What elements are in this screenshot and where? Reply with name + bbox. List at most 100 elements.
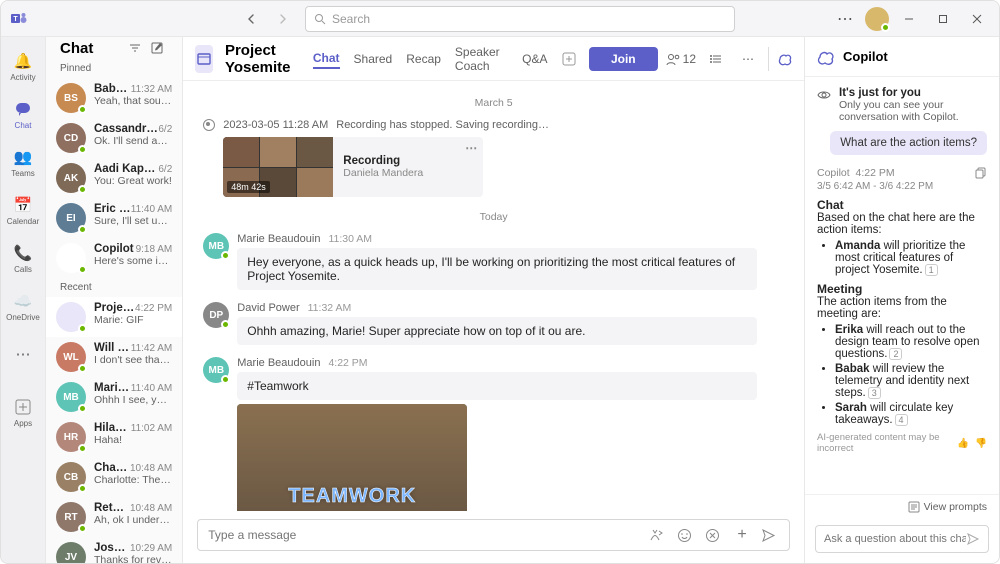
thumbs-up-icon[interactable]: 👍	[957, 438, 969, 449]
rail-onedrive[interactable]: ☁️OneDrive	[1, 283, 45, 329]
chat-list-item[interactable]: EIEric Ishida11:40 AMSure, I'll set up s…	[46, 198, 182, 238]
tab-qa[interactable]: Q&A	[522, 50, 547, 68]
tab-shared[interactable]: Shared	[354, 50, 393, 68]
citation-chip[interactable]: 4	[895, 414, 908, 426]
search-input[interactable]: Search	[305, 6, 735, 32]
day-divider: March 5	[203, 97, 784, 109]
citation-chip[interactable]: 3	[868, 387, 881, 399]
citation-chip[interactable]: 1	[925, 264, 938, 276]
rail-activity[interactable]: 🔔Activity	[1, 43, 45, 89]
chat-list-item[interactable]: WLWill Little11:42 AMI don't see that be…	[46, 337, 182, 377]
rail-apps[interactable]: Apps	[1, 389, 45, 435]
new-chat-icon[interactable]	[146, 37, 168, 59]
chat-item-preview: Marie: GIF	[94, 314, 172, 326]
chat-item-time: 9:18 AM	[136, 244, 173, 255]
recording-more-icon[interactable]: ⋯	[465, 141, 477, 155]
forward-button[interactable]	[269, 5, 297, 33]
tab-chat[interactable]: Chat	[313, 49, 340, 69]
list-icon[interactable]	[704, 47, 728, 71]
filter-icon[interactable]	[124, 37, 146, 59]
rail-teams[interactable]: 👥Teams	[1, 139, 45, 185]
message-composer[interactable]: +	[197, 519, 790, 551]
chat-item-name: Joshua VanBuren	[94, 542, 130, 554]
rail-chat[interactable]: Chat	[1, 91, 45, 137]
current-user-avatar[interactable]	[865, 7, 889, 31]
chat-list-item[interactable]: Copilot9:18 AMHere's some info to help y…	[46, 238, 182, 278]
svg-text:T: T	[13, 16, 18, 23]
chat-item-time: 11:40 AM	[131, 204, 173, 215]
chat-list-item[interactable]: RTReta Taylor10:48 AMAh, ok I understand…	[46, 497, 182, 537]
recording-title: Recording	[343, 155, 473, 167]
meeting-section-header: Meeting	[817, 282, 987, 296]
rail-label: Calls	[14, 265, 32, 274]
view-prompts-label: View prompts	[924, 501, 987, 513]
view-prompts-button[interactable]: View prompts	[805, 494, 999, 519]
thumbs-down-icon[interactable]: 👎	[975, 438, 987, 449]
chat-list-item[interactable]: AKAadi Kapoor6/2You: Great work!	[46, 158, 182, 198]
recording-status: Recording has stopped. Saving recording…	[336, 119, 549, 131]
copilot-textbox[interactable]	[824, 533, 966, 545]
rail-label: Calendar	[7, 217, 39, 226]
teams-app-icon: T	[9, 9, 29, 29]
app-rail: 🔔Activity Chat 👥Teams 📅Calendar 📞Calls ☁…	[1, 37, 46, 563]
chat-section-intro: Based on the chat here are the action it…	[817, 212, 987, 236]
chat-more-icon[interactable]: ⋯	[736, 47, 760, 71]
recording-card[interactable]: 48m 42s Recording Daniela Mandera ⋯	[223, 137, 483, 197]
maximize-button[interactable]	[929, 5, 957, 33]
add-tab-icon[interactable]	[562, 47, 577, 71]
chat-list-item[interactable]: HRHilary Reyes11:02 AMHaha!	[46, 417, 182, 457]
action-item: Erika will reach out to the design team …	[835, 324, 987, 360]
chatlist-title: Chat	[60, 40, 124, 57]
minimize-button[interactable]	[895, 5, 923, 33]
composer-input[interactable]	[208, 528, 639, 542]
search-placeholder: Search	[332, 12, 370, 26]
gif-attachment[interactable]: TEAMWORK	[237, 404, 467, 511]
avatar: AK	[56, 163, 86, 193]
chat-item-name: Cassandra Dunn	[94, 123, 158, 135]
tab-recap[interactable]: Recap	[406, 50, 441, 68]
back-button[interactable]	[237, 5, 265, 33]
avatar: WL	[56, 342, 86, 372]
emoji-icon[interactable]	[677, 528, 695, 543]
rail-calendar[interactable]: 📅Calendar	[1, 187, 45, 233]
bell-icon: 🔔	[13, 51, 33, 71]
message-time: 11:30 AM	[328, 233, 372, 245]
message-time: 11:32 AM	[308, 302, 352, 314]
chat-list-item[interactable]: BSBabak Shammas (You)11:32 AMYeah, that …	[46, 78, 182, 118]
more-icon[interactable]: ⋯	[831, 5, 859, 33]
chat-item-time: 10:29 AM	[130, 543, 172, 554]
format-icon[interactable]	[649, 528, 667, 543]
chat-list-item[interactable]: JVJoshua VanBuren10:29 AMThanks for revi…	[46, 537, 182, 563]
apps-icon	[13, 397, 33, 417]
send-icon[interactable]	[761, 528, 779, 543]
copy-icon[interactable]	[975, 167, 987, 179]
copilot-send-icon[interactable]	[966, 532, 980, 546]
people-icon: 👥	[13, 147, 33, 167]
chat-list-item[interactable]: CDCassandra Dunn6/2Ok. I'll send an upda…	[46, 118, 182, 158]
avatar: HR	[56, 422, 86, 452]
copilot-input[interactable]	[815, 525, 989, 553]
chat-list-item[interactable]: CBCharlotte and Babak10:48 AMCharlotte: …	[46, 457, 182, 497]
rail-more[interactable]: ⋯	[1, 331, 45, 377]
close-button[interactable]	[963, 5, 991, 33]
chat-list-item[interactable]: MBMarie Beaudouin11:40 AMOhhh I see, yes…	[46, 377, 182, 417]
prompts-icon	[908, 501, 920, 513]
citation-chip[interactable]: 2	[889, 348, 902, 360]
message-sender: Marie Beaudouin	[237, 233, 320, 245]
participants-icon[interactable]: 12	[666, 47, 696, 71]
copilot-compose-icon[interactable]	[705, 528, 723, 543]
avatar: EI	[56, 203, 86, 233]
copilot-header: Copilot	[805, 37, 999, 77]
action-item: Babak will review the telemetry and iden…	[835, 363, 987, 399]
chat-list-item[interactable]: Project Yosemite4:22 PMMarie: GIF	[46, 297, 182, 337]
join-button[interactable]: Join	[589, 47, 658, 71]
chat-item-name: Reta Taylor	[94, 502, 130, 514]
conversation-pane: Project Yosemite Chat Shared Recap Speak…	[183, 37, 805, 563]
tab-speaker-coach[interactable]: Speaker Coach	[455, 43, 508, 75]
rail-calls[interactable]: 📞Calls	[1, 235, 45, 281]
avatar: CB	[56, 462, 86, 492]
copilot-toggle-icon[interactable]	[768, 47, 792, 71]
gif-overlay-text: TEAMWORK	[288, 485, 416, 508]
attach-icon[interactable]: +	[733, 526, 751, 544]
copilot-pane: Copilot It's just for you Only you can s…	[805, 37, 999, 563]
